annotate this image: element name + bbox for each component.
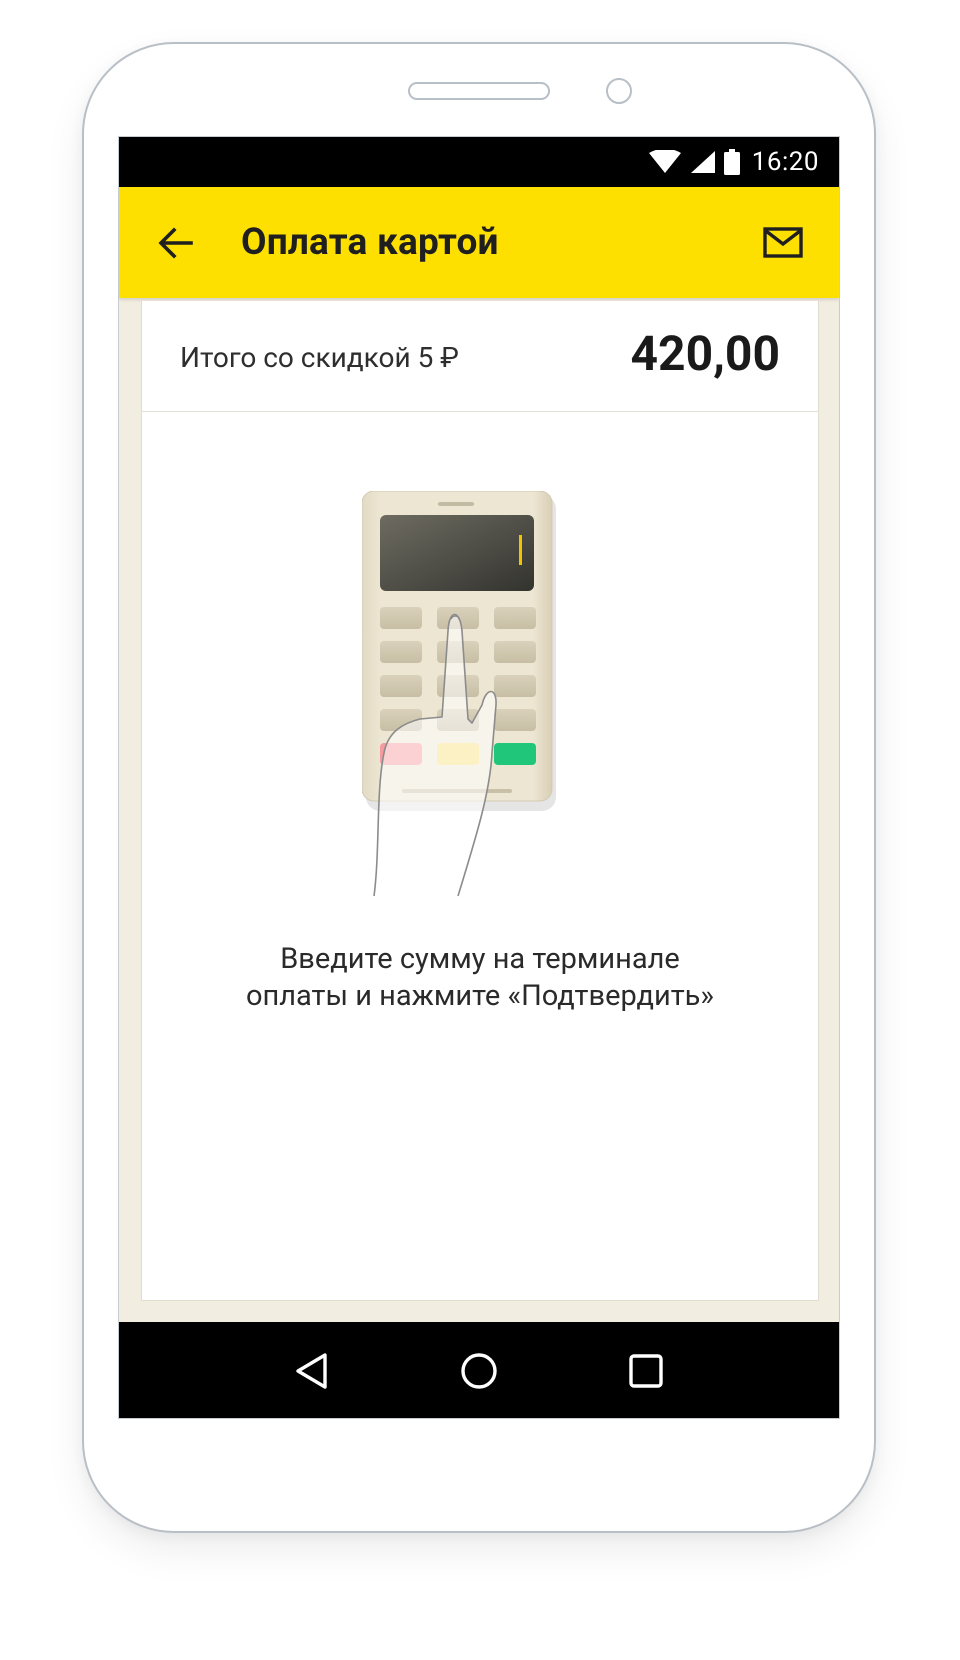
signal-icon [690,151,715,173]
nav-back-button[interactable] [288,1347,336,1395]
wifi-icon [648,150,681,173]
email-receipt-button[interactable] [761,223,805,263]
total-row: Итого со скидкой 5 ₽ 420,00 [142,301,818,412]
device-screen: 16:20 Оплата картой Итого со скидкой 5 ₽… [118,136,840,1419]
status-icons [648,149,740,175]
payment-terminal-hand-icon [362,491,556,897]
back-triangle-icon [296,1353,328,1389]
instruction-line-1: Введите сумму на терминале [280,942,680,976]
battery-icon [723,149,740,175]
instruction-text: Введите сумму на терминале оплаты и нажм… [142,941,818,1015]
home-circle-icon [461,1353,497,1389]
phone-camera [606,78,632,104]
mail-icon [763,227,803,258]
total-amount: 420,00 [630,325,780,382]
payment-card: Итого со скидкой 5 ₽ 420,00 Введите сумм… [141,301,819,1301]
arrow-left-icon [158,227,193,259]
back-button[interactable] [155,222,197,264]
app-bar: Оплата картой [119,187,839,298]
status-time: 16:20 [751,147,819,177]
status-bar: 16:20 [119,137,839,187]
instruction-line-2: оплаты и нажмите «Подтвердить» [245,979,715,1013]
nav-recents-button[interactable] [622,1347,670,1395]
page-title: Оплата картой [241,221,499,264]
phone-speaker [408,82,550,100]
nav-home-button[interactable] [455,1347,503,1395]
total-label: Итого со скидкой 5 ₽ [180,341,459,374]
android-nav-bar [119,1322,839,1418]
recents-square-icon [628,1354,663,1388]
